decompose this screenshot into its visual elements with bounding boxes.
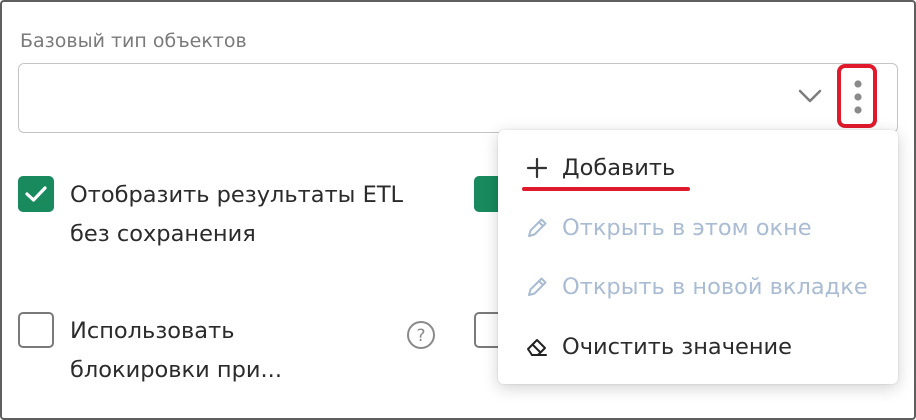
- menu-item-open-in-new-tab[interactable]: Открыть в новой вкладке: [498, 259, 898, 315]
- etl-results-label-line1: Отобразить результаты ETL: [70, 182, 404, 208]
- help-icon[interactable]: ?: [406, 320, 436, 350]
- highlight-underline: [522, 187, 690, 191]
- base-object-type-label: Базовый тип объектов: [20, 30, 247, 52]
- base-object-type-select[interactable]: [18, 63, 898, 133]
- menu-item-clear-value[interactable]: Очистить значение: [498, 319, 898, 375]
- use-locks-label-line1: Использовать: [70, 318, 235, 344]
- menu-item-clear-value-label: Очистить значение: [562, 334, 793, 360]
- use-locks-label-line2: блокировки при...: [70, 357, 282, 383]
- pencil-icon: [524, 215, 550, 241]
- etl-results-checkbox[interactable]: [18, 176, 54, 212]
- context-menu: Добавить Открыть в этом окне Открыть в н…: [498, 130, 898, 384]
- plus-icon: [524, 155, 550, 181]
- menu-item-open-in-this-window[interactable]: Открыть в этом окне: [498, 200, 898, 256]
- use-locks-checkbox[interactable]: [18, 312, 54, 348]
- more-actions-button[interactable]: [837, 64, 877, 128]
- kebab-icon: [854, 80, 862, 114]
- check-icon: [25, 186, 47, 202]
- pencil-icon: [524, 274, 550, 300]
- etl-results-label-line2: без сохранения: [70, 221, 256, 247]
- chevron-down-icon[interactable]: [796, 86, 824, 106]
- eraser-icon: [524, 334, 550, 360]
- svg-text:?: ?: [416, 326, 425, 346]
- menu-item-open-in-new-tab-label: Открыть в новой вкладке: [562, 274, 868, 300]
- menu-item-open-in-this-window-label: Открыть в этом окне: [562, 215, 812, 241]
